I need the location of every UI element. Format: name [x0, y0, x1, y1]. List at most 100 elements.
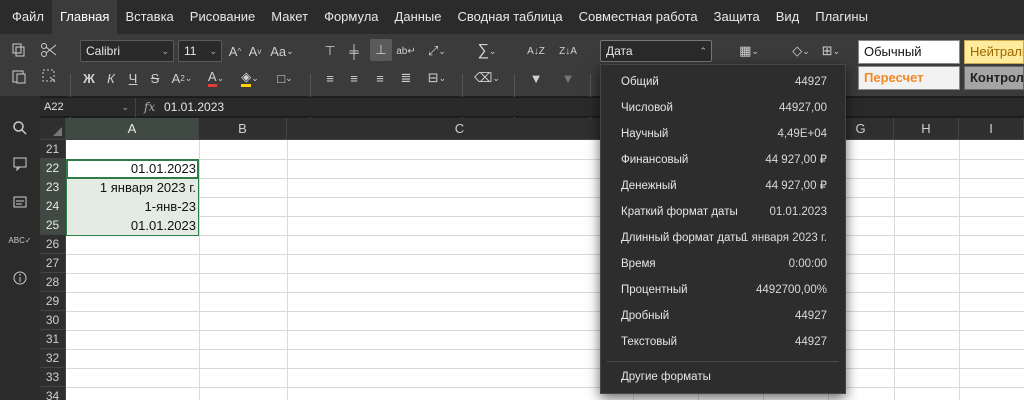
fx-icon[interactable]: fx [144, 98, 155, 117]
font-color-button[interactable]: A ⌄ [200, 67, 232, 89]
format-general[interactable]: Общий 44927 [601, 69, 845, 95]
table-format-icon[interactable]: ▦ ⌄ [734, 40, 764, 62]
copy-icon[interactable] [8, 40, 30, 60]
paste-icon[interactable] [8, 66, 30, 86]
format-currency[interactable]: Денежный 44 927,00 ₽ [601, 173, 845, 199]
font-name-select[interactable]: Calibri ⌄ [80, 40, 174, 62]
menu-home[interactable]: Главная [51, 0, 118, 34]
row-header-31[interactable]: 31 [40, 330, 66, 349]
cell-a25[interactable]: 01.01.2023 [66, 216, 199, 235]
strikethrough-button[interactable]: S [146, 67, 164, 89]
column-header-b[interactable]: B [199, 118, 287, 140]
row-header-30[interactable]: 30 [40, 311, 66, 330]
borders-icon[interactable]: □ ⌄ [270, 67, 300, 89]
style-neutral[interactable]: Нейтральный [964, 40, 1024, 64]
clear-filter-icon[interactable]: ▼ [556, 67, 580, 89]
row-header-29[interactable]: 29 [40, 292, 66, 311]
menu-bar: Файл Главная Вставка Рисование Макет Фор… [0, 0, 1024, 34]
sort-desc-icon[interactable]: Z↓A [556, 40, 580, 62]
format-number[interactable]: Числовой 44927,00 [601, 95, 845, 121]
underline-button[interactable]: Ч [124, 67, 142, 89]
spreadsheet-grid[interactable]: A B C D E F G H I 21 22 23 24 25 26 27 2… [40, 118, 1024, 400]
format-accounting[interactable]: Финансовый 44 927,00 ₽ [601, 147, 845, 173]
format-time[interactable]: Время 0:00:00 [601, 251, 845, 277]
select-all-corner[interactable] [40, 118, 66, 140]
align-left-icon[interactable]: ≡ [320, 67, 340, 89]
fill-color-button[interactable]: ◈ ⌄ [234, 67, 266, 89]
menu-draw[interactable]: Рисование [182, 0, 263, 34]
row-header-26[interactable]: 26 [40, 235, 66, 254]
wrap-text-icon[interactable]: ab↵ [396, 40, 416, 62]
column-header-h[interactable]: H [894, 118, 959, 140]
style-normal[interactable]: Обычный [858, 40, 960, 64]
row-header-32[interactable]: 32 [40, 349, 66, 368]
number-format-select[interactable]: Дата ⌃ [600, 40, 712, 62]
style-control[interactable]: Контрольная [964, 66, 1024, 90]
menu-plugins[interactable]: Плагины [807, 0, 876, 34]
format-text[interactable]: Текстовый 44927 [601, 329, 845, 355]
menu-file[interactable]: Файл [4, 0, 52, 34]
menu-formula[interactable]: Формула [316, 0, 386, 34]
justify-icon[interactable]: ≣ [396, 67, 416, 89]
format-scientific[interactable]: Научный 4,49E+04 [601, 121, 845, 147]
row-header-33[interactable]: 33 [40, 368, 66, 387]
more-formats-button[interactable]: Другие форматы [601, 364, 845, 390]
font-grow-icon[interactable]: A ^ [226, 40, 244, 62]
row-header-25[interactable]: 25 [40, 216, 66, 235]
eraser-icon[interactable]: ◇ ⌄ [786, 40, 816, 62]
comments-icon[interactable] [10, 154, 30, 174]
name-box[interactable]: A22 ⌄ [40, 98, 136, 117]
filter-icon[interactable]: ▼ [524, 67, 548, 89]
select-all-icon[interactable] [38, 66, 60, 86]
cell-a22[interactable]: 01.01.2023 [66, 159, 199, 178]
align-right-icon[interactable]: ≡ [370, 67, 390, 89]
align-top-icon[interactable]: ⊤ [320, 40, 340, 62]
row-header-23[interactable]: 23 [40, 178, 66, 197]
merge-icon[interactable]: ⊟ ⌄ [422, 67, 452, 89]
align-center-icon[interactable]: ≡ [344, 67, 364, 89]
menu-data[interactable]: Данные [387, 0, 450, 34]
bold-button[interactable]: Ж [80, 67, 98, 89]
menu-view[interactable]: Вид [768, 0, 808, 34]
sum-icon[interactable]: ∑ ⌄ [472, 40, 502, 62]
row-header-21[interactable]: 21 [40, 140, 66, 159]
menu-collab[interactable]: Совместная работа [571, 0, 706, 34]
align-middle-icon[interactable]: ╪ [344, 40, 364, 62]
format-percent[interactable]: Процентный 4492700,00% [601, 277, 845, 303]
column-header-i[interactable]: I [959, 118, 1024, 140]
format-long-date[interactable]: Длинный формат даты 1 января 2023 г. [601, 225, 845, 251]
row-header-24[interactable]: 24 [40, 197, 66, 216]
menu-protect[interactable]: Защита [706, 0, 768, 34]
insert-cells-icon[interactable]: ⊞ ⌄ [816, 40, 846, 62]
spellcheck-icon[interactable]: ABC✓ [8, 230, 31, 250]
menu-pivot[interactable]: Сводная таблица [450, 0, 571, 34]
info-icon[interactable] [10, 268, 30, 288]
style-recalc[interactable]: Пересчет [858, 66, 960, 90]
italic-button[interactable]: К [102, 67, 120, 89]
chat-icon[interactable] [10, 192, 30, 212]
format-name: Текстовый [621, 336, 678, 348]
change-case-icon[interactable]: Aa ⌄ [268, 40, 296, 62]
search-icon[interactable] [10, 118, 30, 138]
column-header-c[interactable]: C [287, 118, 633, 140]
menu-insert[interactable]: Вставка [117, 0, 181, 34]
sort-asc-icon[interactable]: A↓Z [524, 40, 548, 62]
clear-icon[interactable]: ⌫ ⌄ [472, 67, 502, 89]
font-size-select[interactable]: 11 ⌄ [178, 40, 222, 62]
cell-a24[interactable]: 1-янв-23 [66, 197, 199, 216]
row-header-22[interactable]: 22 [40, 159, 66, 178]
orientation-icon[interactable]: ⤢ ⌄ [422, 40, 452, 62]
row-header-28[interactable]: 28 [40, 273, 66, 292]
subscript-icon[interactable]: A 2 ⌄ [168, 67, 196, 89]
font-shrink-icon[interactable]: Av [246, 40, 264, 62]
format-fraction[interactable]: Дробный 44927 [601, 303, 845, 329]
row-header-34[interactable]: 34 [40, 387, 66, 400]
format-short-date[interactable]: Краткий формат даты 01.01.2023 [601, 199, 845, 225]
align-bottom-icon[interactable]: ⊥ [370, 39, 392, 61]
cell-a23[interactable]: 1 января 2023 г. [66, 178, 199, 197]
menu-layout[interactable]: Макет [263, 0, 316, 34]
row-header-27[interactable]: 27 [40, 254, 66, 273]
cut-icon[interactable] [38, 40, 60, 60]
formula-input[interactable]: 01.01.2023 [164, 98, 224, 117]
column-header-a[interactable]: A [66, 118, 199, 140]
